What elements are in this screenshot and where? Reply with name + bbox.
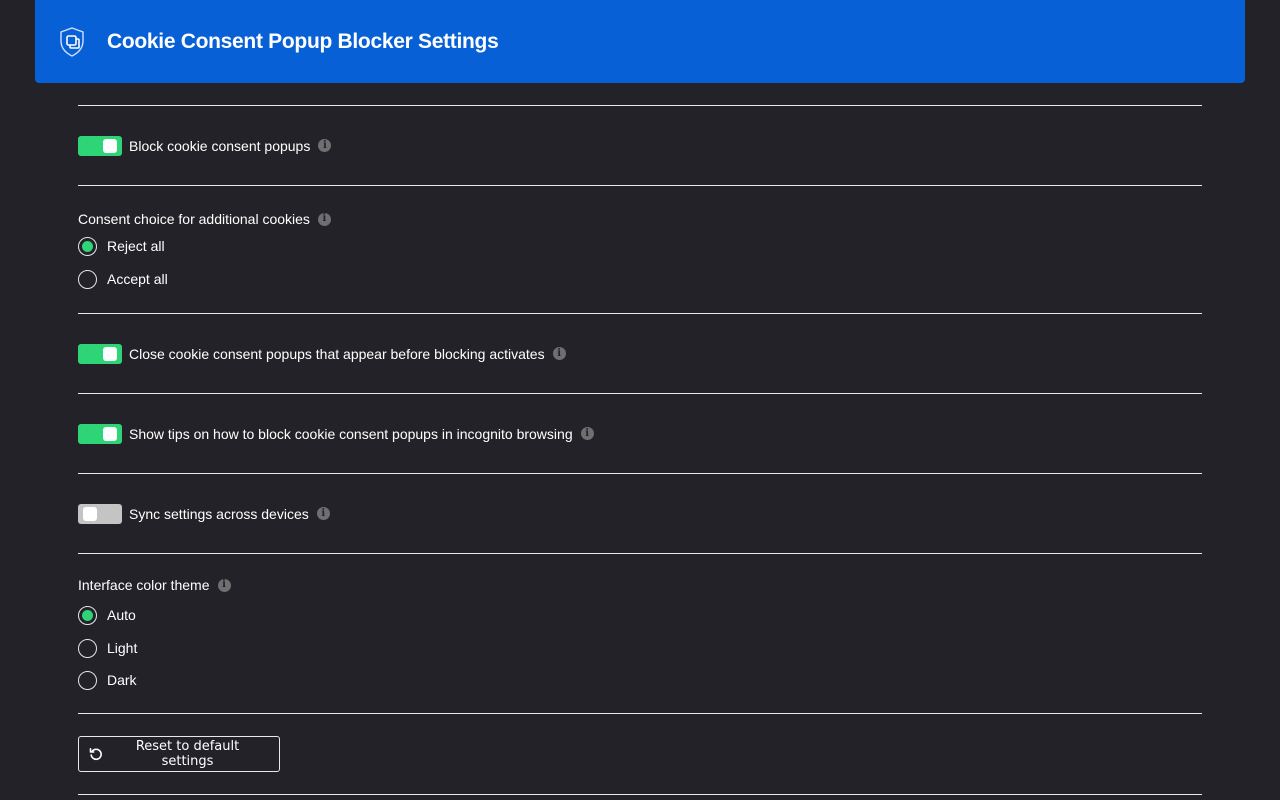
setting-consent-choice: Consent choice for additional cookies i …: [78, 186, 1202, 313]
close-early-popups-toggle[interactable]: [78, 343, 122, 364]
info-icon[interactable]: i: [316, 507, 330, 520]
radio-theme-dark[interactable]: Dark: [78, 664, 1202, 696]
toggle-knob: [103, 426, 117, 441]
info-icon[interactable]: i: [552, 347, 566, 360]
reset-section: Reset to default settings: [78, 714, 1202, 794]
radio-label: Accept all: [107, 271, 168, 287]
toggle-knob: [83, 506, 97, 521]
radio-theme-auto[interactable]: Auto: [78, 599, 1202, 631]
color-theme-title: Interface color theme: [78, 577, 210, 593]
reset-icon: [89, 748, 102, 761]
radio-dot: [82, 609, 93, 621]
reset-label: Reset to default settings: [135, 739, 240, 769]
sync-settings-label: Sync settings across devices: [129, 505, 309, 522]
info-icon[interactable]: i: [217, 578, 231, 592]
radio-theme-light[interactable]: Light: [78, 632, 1202, 664]
radio-label: Reject all: [107, 238, 165, 254]
toggle-knob: [103, 138, 117, 153]
radio-accept-all[interactable]: Accept all: [78, 263, 1202, 295]
radio-circle[interactable]: [78, 269, 97, 289]
block-popups-toggle[interactable]: [78, 135, 122, 156]
incognito-tips-toggle[interactable]: [78, 423, 122, 444]
setting-close-early-popups: Close cookie consent popups that appear …: [78, 314, 1202, 393]
radio-dot: [82, 240, 93, 252]
close-early-popups-label: Close cookie consent popups that appear …: [129, 345, 545, 362]
radio-circle-selected[interactable]: [78, 605, 97, 625]
consent-choice-title: Consent choice for additional cookies: [78, 211, 310, 227]
setting-color-theme: Interface color theme i Auto Light Dark: [78, 554, 1202, 713]
setting-sync: Sync settings across devices i: [78, 474, 1202, 553]
info-icon[interactable]: i: [580, 427, 594, 440]
radio-label: Dark: [107, 672, 137, 688]
radio-circle-selected[interactable]: [78, 236, 97, 256]
radio-label: Light: [107, 640, 138, 656]
shield-copy-icon: [58, 26, 86, 57]
info-icon[interactable]: i: [318, 139, 332, 152]
info-icon[interactable]: i: [317, 212, 331, 226]
sync-settings-toggle[interactable]: [78, 503, 122, 524]
setting-incognito-tips: Show tips on how to block cookie consent…: [78, 394, 1202, 473]
block-popups-label: Block cookie consent popups: [129, 137, 311, 154]
radio-circle[interactable]: [78, 670, 97, 690]
radio-label: Auto: [107, 607, 136, 623]
incognito-tips-label: Show tips on how to block cookie consent…: [129, 425, 573, 442]
settings-list: Block cookie consent popups i Consent ch…: [78, 105, 1202, 795]
radio-reject-all[interactable]: Reject all: [78, 230, 1202, 262]
page-header: Cookie Consent Popup Blocker Settings: [35, 0, 1245, 83]
setting-block-popups: Block cookie consent popups i: [78, 106, 1202, 185]
radio-circle[interactable]: [78, 638, 97, 658]
divider: [78, 794, 1202, 795]
toggle-knob: [103, 346, 117, 361]
page-title: Cookie Consent Popup Blocker Settings: [107, 29, 499, 53]
reset-button[interactable]: Reset to default settings: [78, 736, 280, 772]
